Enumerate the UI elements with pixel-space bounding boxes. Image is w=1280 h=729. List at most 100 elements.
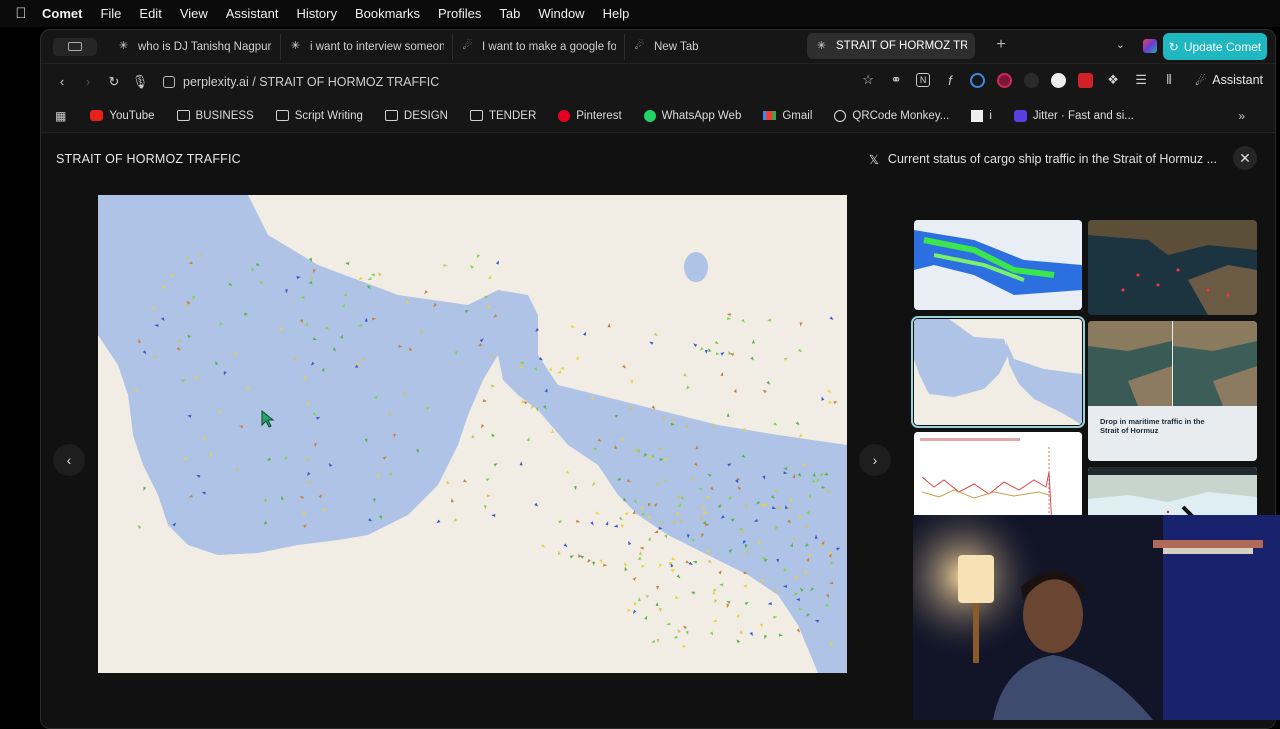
chevron-right-icon: › bbox=[872, 452, 878, 468]
mouse-cursor-icon bbox=[261, 410, 275, 428]
perplexity-icon: ✳ bbox=[118, 40, 129, 52]
extension-circle-icon[interactable] bbox=[970, 72, 986, 88]
bookmark-label: TENDER bbox=[488, 109, 537, 122]
back-arrow-icon[interactable]: ‹ bbox=[49, 74, 75, 89]
forward-arrow-icon[interactable]: › bbox=[75, 74, 101, 89]
bookmark-youtube[interactable]: YouTube bbox=[90, 109, 155, 122]
menu-profiles[interactable]: Profiles bbox=[438, 6, 481, 21]
page-title: STRAIT OF HORMOZ TRAFFIC bbox=[56, 152, 241, 166]
bookmark-label: Gmail bbox=[782, 109, 813, 122]
bookmark-label: YouTube bbox=[109, 109, 155, 122]
extension-icon[interactable] bbox=[1143, 39, 1157, 53]
menu-app-name[interactable]: Comet bbox=[42, 6, 82, 21]
bookmark-business[interactable]: BUSINESS bbox=[176, 110, 254, 122]
gmail-icon bbox=[763, 111, 777, 120]
menu-window[interactable]: Window bbox=[538, 6, 584, 21]
image-source-text: Current status of cargo ship traffic in … bbox=[887, 152, 1217, 166]
extension-dim-icon[interactable] bbox=[1024, 72, 1040, 88]
sidebar-toggle-button[interactable] bbox=[53, 37, 97, 56]
comet-icon: ☄ bbox=[634, 40, 645, 52]
pinterest-icon bbox=[558, 109, 571, 122]
bookmark-label: WhatsApp Web bbox=[661, 109, 742, 122]
menu-tab[interactable]: Tab bbox=[499, 6, 520, 21]
tt-extension-icon[interactable] bbox=[1078, 72, 1094, 88]
webcam-overlay bbox=[913, 515, 1280, 720]
pinterest-extension-icon[interactable] bbox=[1051, 72, 1067, 88]
menu-bookmarks[interactable]: Bookmarks bbox=[355, 6, 420, 21]
whatsapp-icon bbox=[643, 109, 656, 122]
previous-image-button[interactable]: ‹ bbox=[53, 444, 85, 476]
comet-assistant-icon: ☄ bbox=[1195, 73, 1207, 88]
bookmark-script-writing[interactable]: Script Writing bbox=[275, 110, 363, 122]
tab-google-form[interactable]: ☄ I want to make a google form bbox=[453, 33, 625, 60]
bookmark-design[interactable]: DESIGN bbox=[384, 110, 448, 122]
notion-extension-icon[interactable]: N bbox=[916, 73, 931, 87]
gallery-thumbnail-4[interactable]: Drop in maritime traffic in the Strait o… bbox=[1088, 321, 1257, 461]
update-comet-label: Update Comet bbox=[1183, 39, 1262, 54]
folder-icon bbox=[469, 110, 483, 121]
bookmark-label: QRCode Monkey... bbox=[852, 109, 950, 122]
menu-view[interactable]: View bbox=[180, 6, 208, 21]
tab-list-chevron-icon[interactable]: ⌄ bbox=[1116, 38, 1125, 51]
image-source-link[interactable]: 𝕏 Current status of cargo ship traffic i… bbox=[869, 152, 1217, 167]
update-comet-button[interactable]: ↻ Update Comet bbox=[1163, 33, 1267, 60]
menu-file[interactable]: File bbox=[100, 6, 121, 21]
url-field[interactable]: perplexity.ai / STRAIT OF HORMOZ TRAFFIC bbox=[163, 75, 439, 89]
tab-label: New Tab bbox=[654, 40, 699, 53]
bookmark-tender[interactable]: TENDER bbox=[469, 109, 537, 122]
puzzle-extensions-icon[interactable]: ❖ bbox=[1105, 72, 1121, 88]
next-image-button[interactable]: › bbox=[859, 444, 891, 476]
bookmark-qrcode-monkey[interactable]: QRCode Monkey... bbox=[834, 109, 950, 122]
folder-icon bbox=[384, 110, 398, 121]
bookmark-gmail[interactable]: Gmail bbox=[763, 110, 812, 122]
menu-history[interactable]: History bbox=[297, 6, 337, 21]
audio-wave-icon[interactable]: ⫴ bbox=[1161, 72, 1177, 88]
tab-dj-tanishq[interactable]: ✳ who is DJ Tanishq Nagpur, C bbox=[109, 33, 281, 60]
close-viewer-button[interactable]: ✕ bbox=[1233, 146, 1257, 170]
bookmarks-overflow-chevron-icon[interactable]: » bbox=[1238, 109, 1245, 123]
microphone-icon[interactable]: 🎙︎ bbox=[127, 74, 153, 90]
star-icon[interactable]: ☆ bbox=[860, 72, 876, 88]
x-logo-icon: 𝕏 bbox=[868, 153, 879, 167]
thumbnail-graphic bbox=[1088, 220, 1257, 315]
reload-icon[interactable]: ↻ bbox=[101, 74, 127, 90]
menu-lines-icon[interactable]: ☰ bbox=[1133, 72, 1149, 88]
gallery-thumbnail-3-selected[interactable] bbox=[911, 316, 1085, 428]
bookmark-label: Pinterest bbox=[576, 109, 622, 122]
record-extension-icon[interactable] bbox=[997, 72, 1013, 88]
bookmark-pinterest[interactable]: Pinterest bbox=[558, 109, 622, 122]
site-settings-icon[interactable] bbox=[163, 75, 175, 88]
assistant-button[interactable]: ☄ Assistant bbox=[1195, 73, 1263, 88]
tab-interview[interactable]: ✳ i want to interview someone bbox=[281, 33, 453, 60]
gallery-thumbnail-2[interactable] bbox=[1088, 220, 1257, 315]
map-graphic bbox=[98, 195, 847, 673]
gallery-thumbnail-1[interactable] bbox=[914, 220, 1082, 310]
bookmarks-bar: ▦ YouTube BUSINESS Script Writing DESIGN… bbox=[41, 99, 1275, 133]
ship-traffic-map-image bbox=[98, 195, 847, 673]
menu-help[interactable]: Help bbox=[603, 6, 630, 21]
folder-icon bbox=[275, 110, 289, 121]
apple-logo-icon[interactable]:  bbox=[0, 5, 42, 22]
qrcode-icon bbox=[834, 109, 847, 122]
bookmark-jitter[interactable]: Jitter · Fast and si... bbox=[1013, 109, 1134, 122]
apps-grid-icon[interactable]: ▦ bbox=[55, 109, 66, 123]
jitter-icon bbox=[1013, 109, 1027, 122]
bookmark-label: i bbox=[989, 109, 992, 122]
tab-label: STRAIT OF HORMOZ TRAFFIC bbox=[836, 40, 967, 52]
formula-extension-icon[interactable]: f bbox=[942, 73, 958, 88]
bookmark-i[interactable]: i bbox=[971, 109, 992, 122]
perplexity-icon: ✳ bbox=[290, 40, 301, 52]
comet-icon: ☄ bbox=[462, 40, 473, 52]
tab-strait-of-hormoz[interactable]: ✳ STRAIT OF HORMOZ TRAFFIC bbox=[807, 33, 975, 59]
address-bar-row: ‹ › ↻ 🎙︎ perplexity.ai / STRAIT OF HORMO… bbox=[41, 63, 1275, 99]
bookmark-whatsapp[interactable]: WhatsApp Web bbox=[643, 109, 742, 122]
thumbnail-graphic bbox=[914, 319, 1082, 425]
tab-label: i want to interview someone bbox=[310, 40, 444, 53]
sidebar-icon bbox=[68, 42, 82, 51]
thumbnail-graphic bbox=[914, 220, 1082, 310]
tab-new-tab[interactable]: ☄ New Tab bbox=[625, 34, 797, 60]
menu-assistant[interactable]: Assistant bbox=[226, 6, 279, 21]
link-icon[interactable]: ⚭ bbox=[888, 72, 904, 88]
new-tab-plus-icon[interactable]: + bbox=[989, 36, 1013, 54]
menu-edit[interactable]: Edit bbox=[139, 6, 161, 21]
